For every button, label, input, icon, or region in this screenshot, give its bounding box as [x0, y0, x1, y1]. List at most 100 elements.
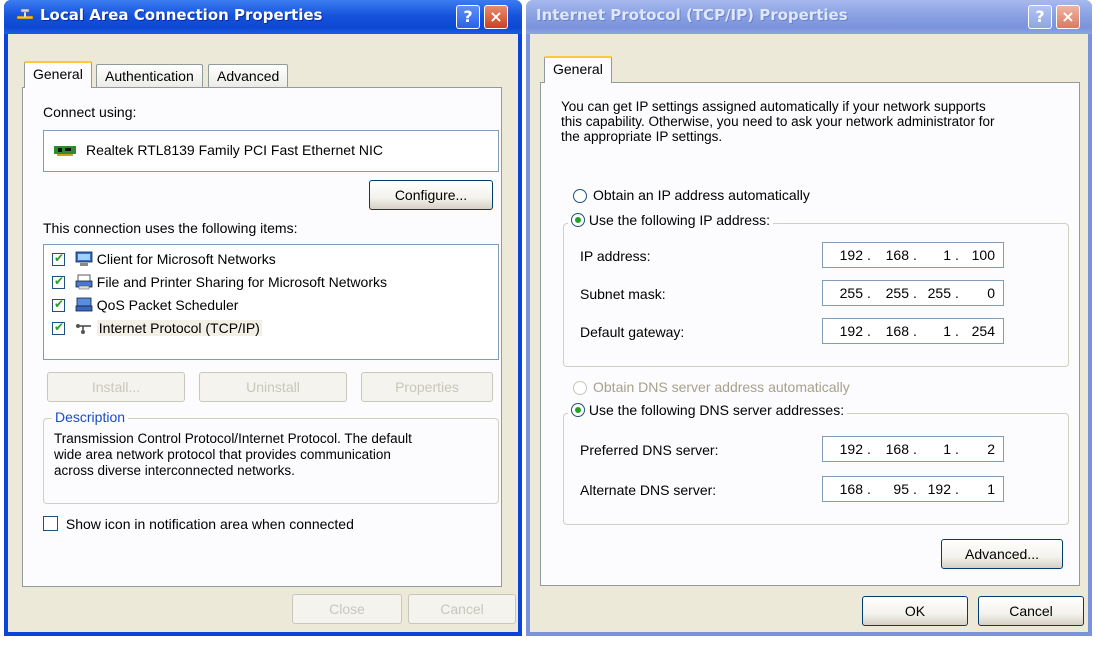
ip-address-input[interactable]: 192. 168. 1. 100	[822, 242, 1004, 268]
cancel-button[interactable]: Cancel	[978, 596, 1084, 626]
default-gateway-input[interactable]: 192. 168. 1. 254	[822, 318, 1004, 344]
description-line: Transmission Control Protocol/Internet P…	[54, 431, 412, 446]
preferred-dns-input[interactable]: 192. 168. 1. 2	[822, 436, 1004, 462]
ok-button[interactable]: OK	[862, 596, 968, 626]
network-connection-icon	[16, 8, 34, 20]
list-item[interactable]: Client for Microsoft Networks	[52, 251, 276, 267]
default-gateway-label: Default gateway:	[580, 324, 685, 340]
octet: 192	[839, 247, 863, 263]
client-network-icon	[75, 251, 93, 266]
tcpip-titlebar[interactable]: Internet Protocol (TCP/IP) Properties ? …	[526, 0, 1092, 34]
item-checkbox[interactable]	[52, 274, 65, 289]
octet: 192	[839, 323, 863, 339]
items-label: This connection uses the following items…	[43, 220, 298, 236]
show-icon-checkbox[interactable]	[43, 516, 58, 531]
lan-properties-window: Local Area Connection Properties ? × Gen…	[4, 0, 522, 636]
octet: 0	[987, 285, 995, 301]
use-dns-label: Use the following DNS server addresses:	[588, 402, 845, 418]
tab-advanced[interactable]: Advanced	[208, 64, 289, 87]
octet: 95	[893, 481, 909, 497]
octet: 192	[839, 441, 863, 457]
use-ip-option[interactable]: Use the following IP address:	[568, 212, 773, 228]
obtain-ip-label: Obtain an IP address automatically	[593, 187, 810, 203]
octet: 2	[987, 441, 995, 457]
octet: 1	[943, 323, 951, 339]
list-item[interactable]: File and Printer Sharing for Microsoft N…	[52, 274, 387, 290]
subnet-mask-label: Subnet mask:	[580, 286, 666, 302]
lan-titlebar[interactable]: Local Area Connection Properties ? ×	[4, 0, 522, 34]
lan-title-text: Local Area Connection Properties	[40, 6, 323, 24]
item-checkbox[interactable]	[52, 320, 65, 335]
item-label: Client for Microsoft Networks	[96, 251, 276, 267]
octet: 168	[885, 247, 909, 263]
item-checkbox[interactable]	[52, 251, 65, 266]
lan-close-button[interactable]: ×	[484, 5, 508, 29]
cancel-button[interactable]: Cancel	[408, 594, 516, 624]
use-ip-radio[interactable]	[571, 213, 585, 227]
item-label: Internet Protocol (TCP/IP)	[96, 320, 262, 336]
tab-authentication[interactable]: Authentication	[96, 64, 203, 87]
qos-scheduler-icon	[75, 297, 93, 312]
octet: 254	[971, 323, 995, 339]
item-label: QoS Packet Scheduler	[96, 297, 239, 313]
uninstall-button[interactable]: Uninstall	[199, 372, 347, 402]
intro-text: You can get IP settings assigned automat…	[561, 99, 994, 144]
file-printer-sharing-icon	[75, 274, 93, 290]
alternate-dns-input[interactable]: 168. 95. 192. 1	[822, 476, 1004, 502]
list-item[interactable]: QoS Packet Scheduler	[52, 297, 238, 313]
tab-general[interactable]: General	[544, 56, 612, 83]
obtain-dns-radio[interactable]	[573, 381, 587, 395]
tcpip-general-panel: You can get IP settings assigned automat…	[540, 82, 1080, 586]
obtain-ip-radio[interactable]	[573, 189, 587, 203]
description-group: Description Transmission Control Protoco…	[43, 409, 499, 504]
network-adapter-icon	[54, 146, 76, 156]
connect-using-label: Connect using:	[43, 104, 137, 120]
octet: 1	[987, 481, 995, 497]
use-dns-option[interactable]: Use the following DNS server addresses:	[568, 402, 848, 418]
advanced-button[interactable]: Advanced...	[941, 539, 1063, 569]
ip-address-label: IP address:	[580, 248, 651, 264]
ip-address-group: Use the following IP address: IP address…	[563, 212, 1069, 367]
description-line: across diverse interconnected networks.	[54, 463, 295, 478]
lan-help-button[interactable]: ?	[456, 5, 480, 29]
octet: 1	[943, 247, 951, 263]
preferred-dns-label: Preferred DNS server:	[580, 442, 719, 458]
tab-general[interactable]: General	[24, 61, 92, 88]
dns-group: Use the following DNS server addresses: …	[563, 402, 1069, 525]
lan-title: Local Area Connection Properties	[16, 6, 322, 24]
tcpip-close-button[interactable]: ×	[1056, 5, 1080, 29]
show-icon-option[interactable]: Show icon in notification area when conn…	[43, 516, 354, 532]
configure-button[interactable]: Configure...	[369, 180, 493, 210]
list-item[interactable]: Internet Protocol (TCP/IP)	[52, 320, 262, 336]
adapter-field: Realtek RTL8139 Family PCI Fast Ethernet…	[43, 130, 499, 172]
close-button[interactable]: Close	[292, 594, 402, 624]
octet: 192	[927, 481, 951, 497]
lan-general-panel: Connect using: Realtek RTL8139 Family PC…	[22, 87, 502, 587]
subnet-mask-input[interactable]: 255. 255. 255. 0	[822, 280, 1004, 306]
octet: 168	[885, 323, 909, 339]
octet: 100	[971, 247, 995, 263]
use-ip-label: Use the following IP address:	[588, 212, 770, 228]
properties-button[interactable]: Properties	[361, 372, 493, 402]
item-checkbox[interactable]	[52, 297, 65, 312]
tcpip-client-area: General You can get IP settings assigned…	[530, 34, 1088, 632]
tcpip-title: Internet Protocol (TCP/IP) Properties	[536, 6, 848, 24]
show-icon-label: Show icon in notification area when conn…	[65, 516, 354, 532]
description-title: Description	[52, 409, 129, 425]
item-label: File and Printer Sharing for Microsoft N…	[96, 274, 387, 290]
description-text: Transmission Control Protocol/Internet P…	[54, 431, 412, 479]
octet: 255	[927, 285, 951, 301]
octet: 1	[943, 441, 951, 457]
obtain-dns-label: Obtain DNS server address automatically	[593, 379, 850, 395]
alternate-dns-label: Alternate DNS server:	[580, 482, 717, 498]
use-dns-radio[interactable]	[571, 403, 585, 417]
octet: 168	[885, 441, 909, 457]
install-button[interactable]: Install...	[47, 372, 185, 402]
octet: 255	[885, 285, 909, 301]
tcpip-help-button[interactable]: ?	[1028, 5, 1052, 29]
tcpip-properties-window: Internet Protocol (TCP/IP) Properties ? …	[526, 0, 1092, 636]
components-list[interactable]: Client for Microsoft Networks File and P…	[43, 244, 499, 360]
description-line: wide area network protocol that provides…	[54, 447, 391, 462]
intro-line: the appropriate IP settings.	[561, 129, 723, 144]
intro-line: this capability. Otherwise, you need to …	[561, 114, 995, 129]
